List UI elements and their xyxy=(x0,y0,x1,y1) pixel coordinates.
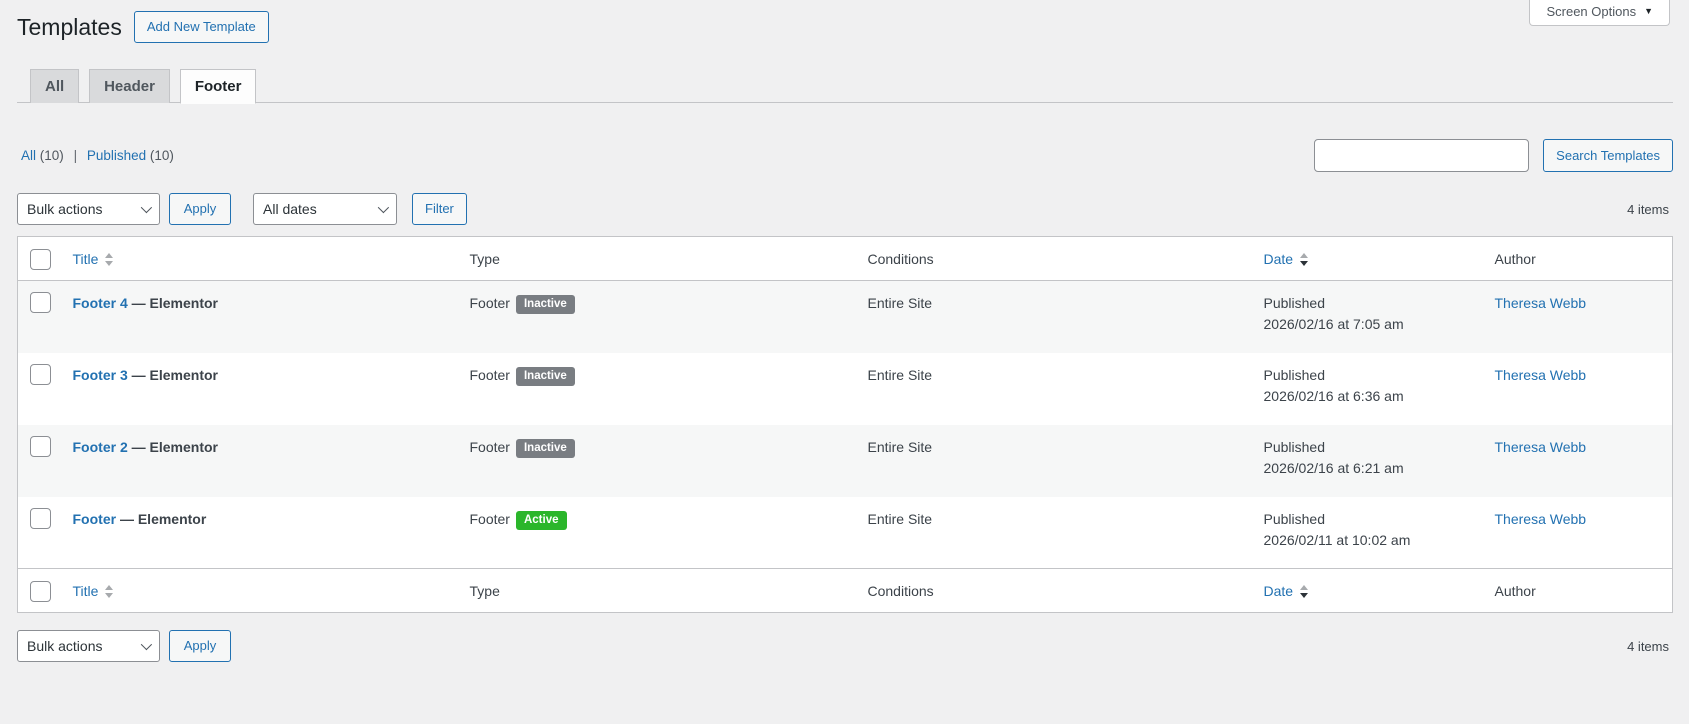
template-title-link[interactable]: Footer 3 xyxy=(73,367,128,383)
chevron-down-icon xyxy=(140,201,153,214)
type-label: Footer xyxy=(469,366,510,383)
search-input[interactable] xyxy=(1314,139,1530,172)
page-title: Templates xyxy=(17,14,122,40)
status-filter-links: All (10) | Published (10) xyxy=(17,148,174,163)
template-type-tabs: All Header Footer xyxy=(17,68,1673,104)
column-type: Type xyxy=(469,583,500,599)
top-toolbar: Bulk actions Apply All dates Filter 4 it… xyxy=(17,193,1673,225)
tab-all[interactable]: All xyxy=(30,69,80,103)
bulk-actions-value: Bulk actions xyxy=(27,638,103,654)
screen-options-button[interactable]: Screen Options ▼ xyxy=(1529,0,1670,26)
column-title-sort[interactable]: Title xyxy=(73,583,114,599)
tab-footer[interactable]: Footer xyxy=(179,69,257,104)
author-link[interactable]: Theresa Webb xyxy=(1495,511,1587,527)
type-label: Footer xyxy=(469,438,510,455)
row-checkbox[interactable] xyxy=(30,507,51,529)
conditions-value: Entire Site xyxy=(867,510,933,527)
chevron-down-icon xyxy=(377,201,390,214)
post-state: — Elementor xyxy=(119,510,207,527)
conditions-value: Entire Site xyxy=(867,438,933,455)
select-all-checkbox[interactable] xyxy=(30,249,51,270)
caret-down-icon: ▼ xyxy=(1644,6,1653,16)
sort-desc-icon xyxy=(1300,252,1309,266)
publish-date: 2026/02/16 at 7:05 am xyxy=(1263,316,1404,332)
bottom-toolbar: Bulk actions Apply 4 items xyxy=(17,630,1673,662)
publish-date: 2026/02/16 at 6:21 am xyxy=(1263,459,1404,476)
table-row: Footer 4 — Elementor Footer Inactive Enti… xyxy=(17,280,1673,353)
page-header: Templates Add New Template xyxy=(17,10,1673,44)
dates-filter-select[interactable]: All dates xyxy=(253,193,397,225)
filter-link-published[interactable]: Published (10) xyxy=(83,148,174,163)
table-header: Title Type Conditions Date Author xyxy=(17,237,1673,281)
author-link[interactable]: Theresa Webb xyxy=(1495,439,1587,455)
column-title-sort[interactable]: Title xyxy=(73,251,114,267)
add-new-template-button[interactable]: Add New Template xyxy=(133,11,269,43)
tab-header[interactable]: Header xyxy=(89,69,170,103)
post-state: — Elementor xyxy=(131,295,218,311)
template-title-link[interactable]: Footer 2 xyxy=(73,439,128,455)
apply-button[interactable]: Apply xyxy=(169,630,231,662)
publish-status: Published xyxy=(1263,438,1326,455)
templates-page: Screen Options ▼ Templates Add New Templ… xyxy=(0,0,1689,662)
column-author: Author xyxy=(1494,583,1536,599)
filter-separator: | xyxy=(73,148,78,163)
post-state: — Elementor xyxy=(131,438,218,455)
column-author: Author xyxy=(1494,251,1536,267)
author-link[interactable]: Theresa Webb xyxy=(1495,367,1587,383)
status-badge: Inactive xyxy=(515,366,575,386)
publish-date: 2026/02/11 at 10:02 am xyxy=(1263,531,1411,548)
template-title-link[interactable]: Footer xyxy=(73,511,117,527)
template-title-link[interactable]: Footer 4 xyxy=(73,295,128,311)
search-box: Search Templates xyxy=(1314,139,1673,172)
post-state: — Elementor xyxy=(131,366,218,383)
column-conditions: Conditions xyxy=(867,251,934,267)
sort-icon xyxy=(105,252,114,266)
select-all-checkbox[interactable] xyxy=(30,581,51,602)
screen-options-label: Screen Options xyxy=(1546,4,1637,19)
filter-all-link[interactable]: All xyxy=(21,148,36,163)
table-footer: Title Type Conditions Date Author xyxy=(17,568,1673,613)
status-badge: Inactive xyxy=(515,438,575,458)
publish-status: Published xyxy=(1263,295,1326,311)
column-date-sort[interactable]: Date xyxy=(1264,583,1309,599)
conditions-value: Entire Site xyxy=(867,295,933,311)
sort-icon xyxy=(105,584,114,598)
column-conditions: Conditions xyxy=(867,583,934,599)
row-checkbox[interactable] xyxy=(30,363,51,385)
filter-button[interactable]: Filter xyxy=(412,193,467,225)
status-badge: Inactive xyxy=(515,295,575,314)
sort-desc-icon xyxy=(1300,584,1309,598)
bulk-actions-select[interactable]: Bulk actions xyxy=(17,193,160,225)
filter-link-all[interactable]: All (10) xyxy=(21,148,68,163)
items-count: 4 items xyxy=(1627,201,1669,217)
column-date-sort[interactable]: Date xyxy=(1264,251,1309,267)
row-checkbox[interactable] xyxy=(30,292,51,313)
author-link[interactable]: Theresa Webb xyxy=(1495,295,1587,311)
publish-status: Published xyxy=(1263,366,1326,383)
filter-search-row: All (10) | Published (10) Search Templat… xyxy=(17,139,1673,172)
apply-button[interactable]: Apply xyxy=(169,193,231,225)
search-templates-button[interactable]: Search Templates xyxy=(1543,139,1673,172)
bulk-actions-select[interactable]: Bulk actions xyxy=(17,630,160,662)
column-type: Type xyxy=(469,251,500,267)
publish-status: Published xyxy=(1263,510,1326,527)
type-label: Footer xyxy=(469,295,510,311)
table-row: Footer 3 — Elementor Footer Inactive Enti… xyxy=(18,353,1673,425)
templates-table: Title Type Conditions Date Author Footer… xyxy=(17,236,1673,613)
conditions-value: Entire Site xyxy=(867,366,933,383)
chevron-down-icon xyxy=(140,638,153,651)
items-count: 4 items xyxy=(1627,638,1669,654)
filter-published-count: (10) xyxy=(149,148,174,163)
table-row: Footer — Elementor Footer Active Entire S… xyxy=(18,497,1673,569)
table-row: Footer 2 — Elementor Footer Inactive Enti… xyxy=(17,424,1673,497)
dates-filter-value: All dates xyxy=(263,201,317,217)
type-label: Footer xyxy=(469,510,510,527)
row-checkbox[interactable] xyxy=(30,435,51,457)
filter-published-link[interactable]: Published xyxy=(87,148,146,163)
publish-date: 2026/02/16 at 6:36 am xyxy=(1263,387,1404,404)
filter-all-count: (10) xyxy=(39,148,64,163)
status-badge: Active xyxy=(515,510,567,530)
bulk-actions-value: Bulk actions xyxy=(27,201,103,217)
